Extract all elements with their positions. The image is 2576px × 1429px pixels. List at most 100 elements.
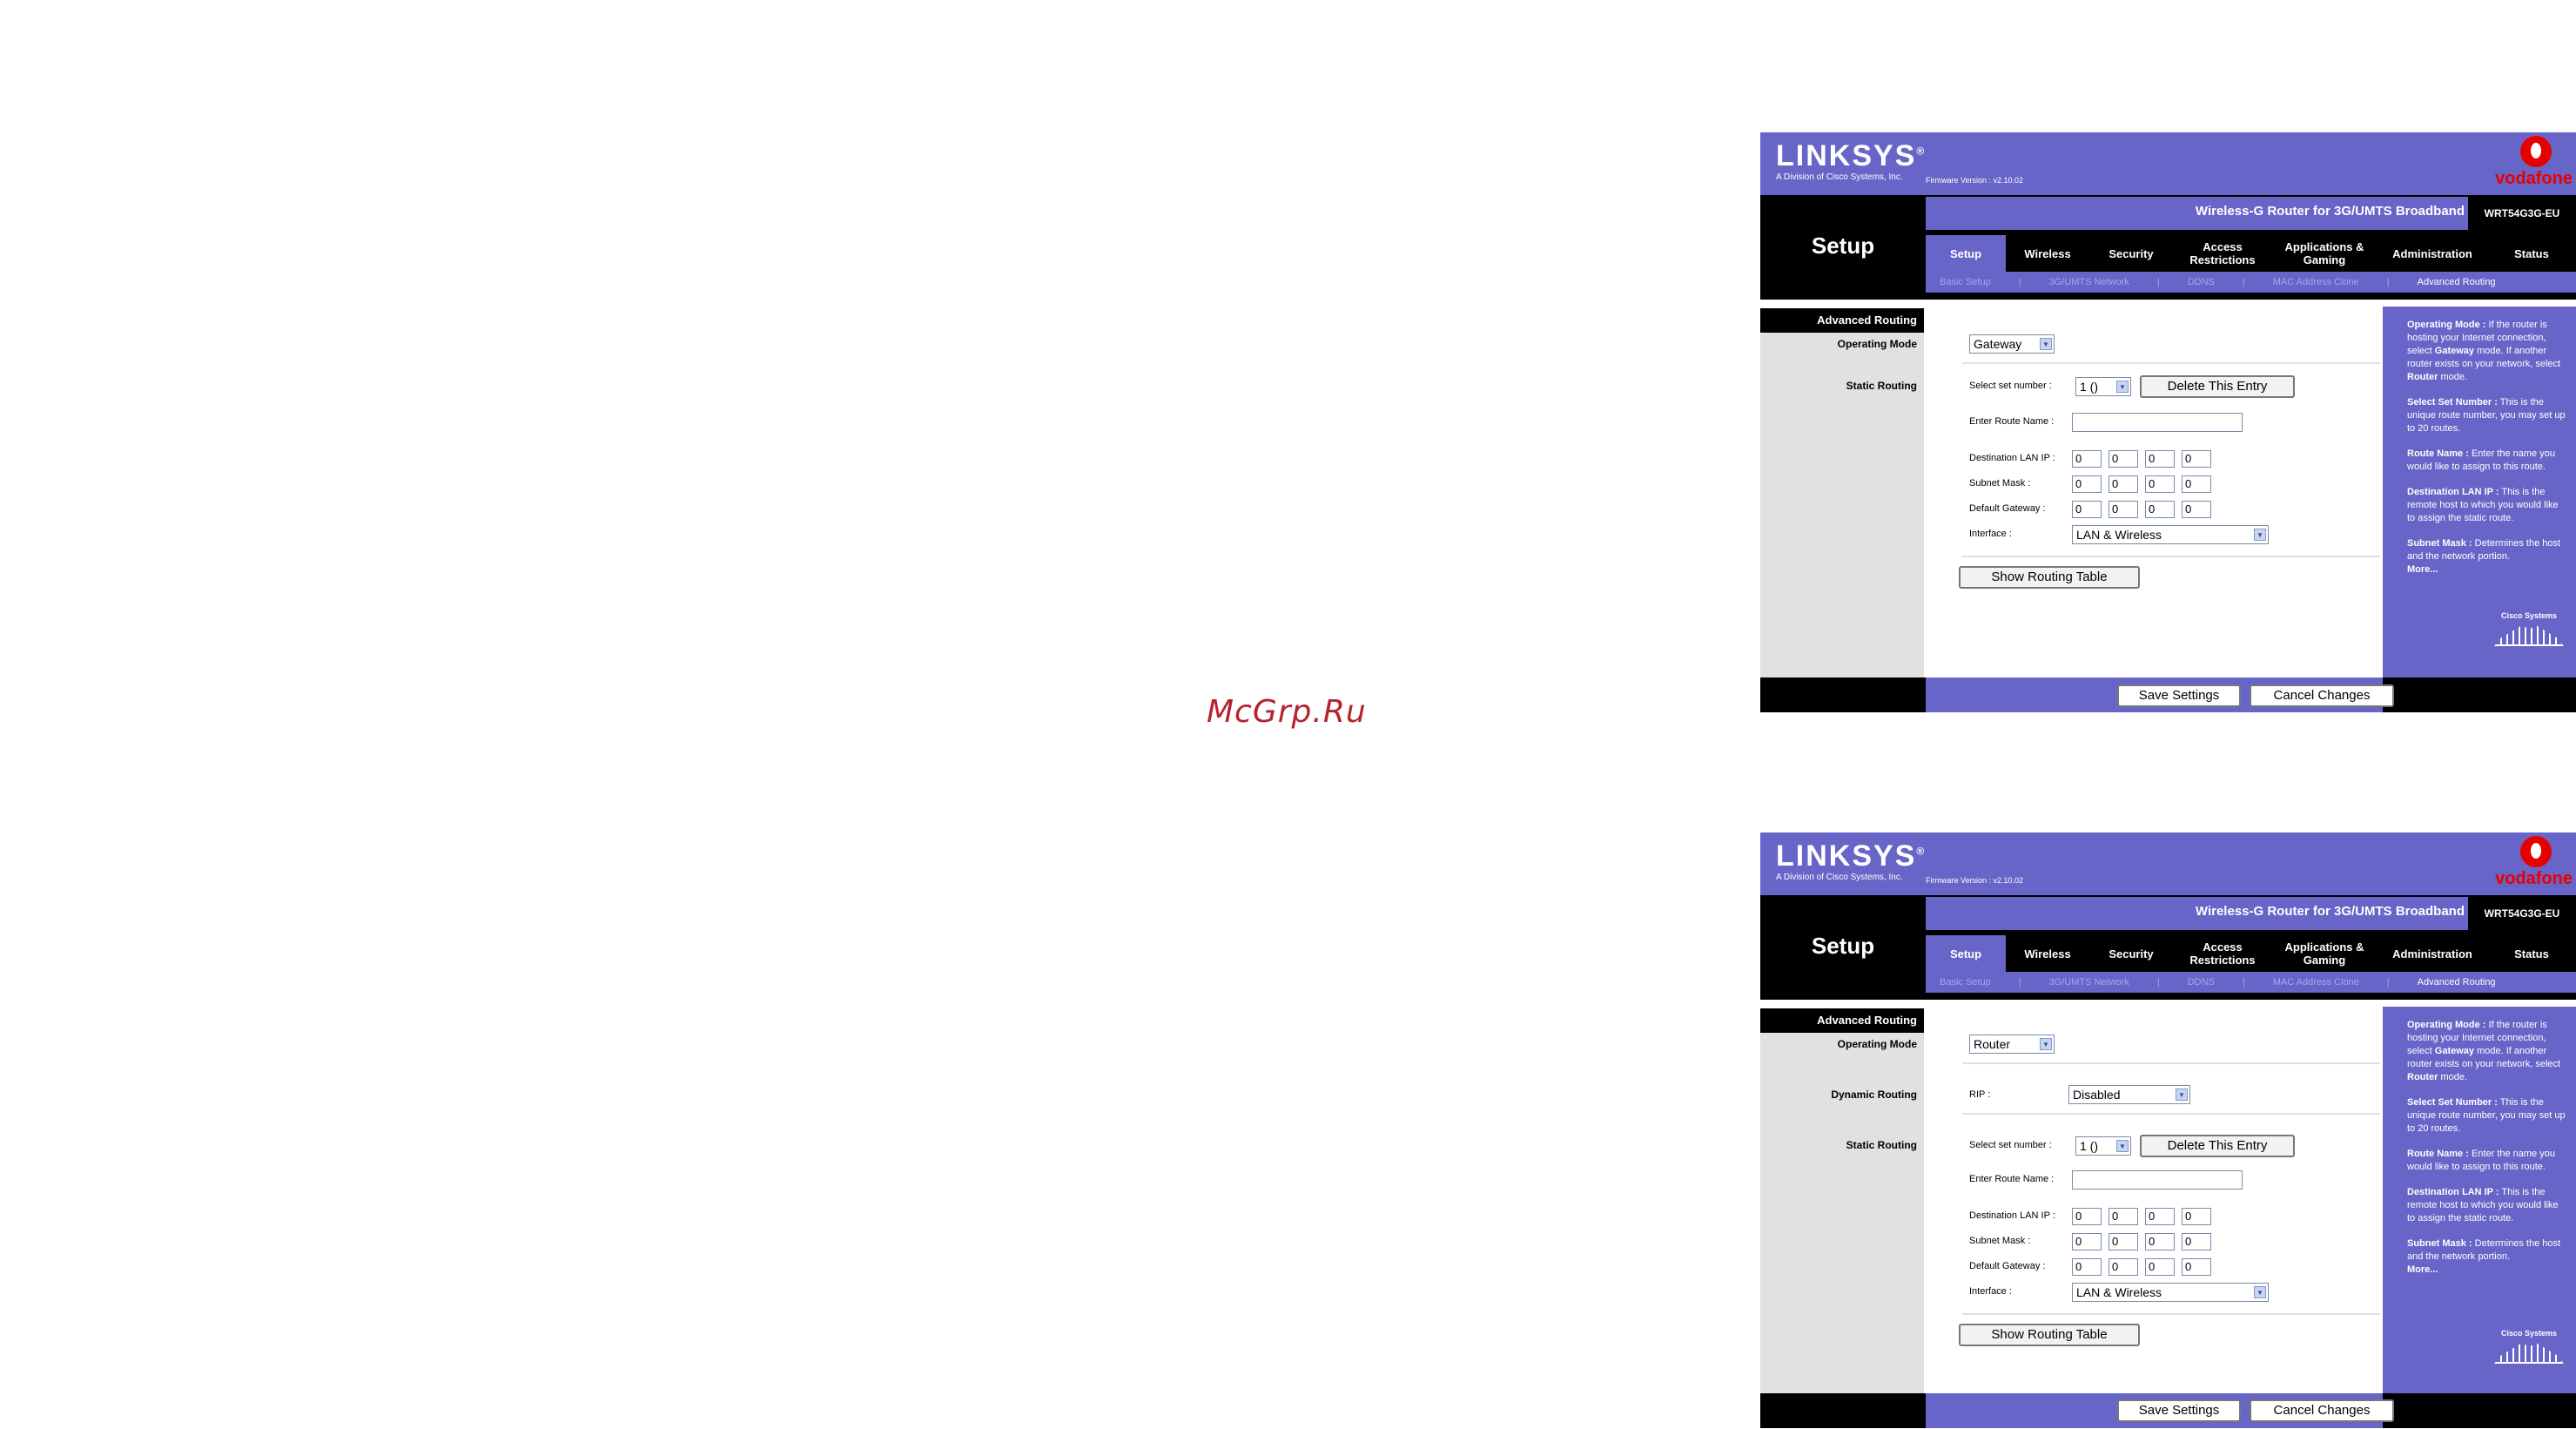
- firmware-version: Firmware Version : v2.10.02: [1926, 876, 2024, 885]
- linksys-logo: LINKSYS®: [1776, 139, 1927, 172]
- tab-wireless[interactable]: Wireless: [2006, 935, 2089, 972]
- vodafone-wordmark: vodafone: [2495, 169, 2573, 188]
- default-gateway-octet-2[interactable]: 0: [2109, 1258, 2138, 1276]
- vodafone-wordmark: vodafone: [2495, 869, 2573, 888]
- main-tabs: Setup Wireless Security Access Restricti…: [1926, 235, 2576, 272]
- default-gateway-octet-4[interactable]: 0: [2182, 1258, 2211, 1276]
- subtab-advanced-routing[interactable]: Advanced Routing: [2404, 277, 2510, 287]
- tab-applications-gaming[interactable]: Applications & Gaming: [2272, 935, 2377, 972]
- header-bar: LINKSYS® A Division of Cisco Systems, In…: [1760, 132, 2576, 195]
- destination-ip-octet-4[interactable]: 0: [2182, 450, 2211, 468]
- cancel-changes-button[interactable]: Cancel Changes: [2250, 684, 2394, 707]
- page-title: Advanced Routing: [1760, 308, 1924, 333]
- subtab-advanced-routing[interactable]: Advanced Routing: [2404, 977, 2510, 987]
- default-gateway-octet-3[interactable]: 0: [2145, 1258, 2175, 1276]
- subtab-separator: |: [2018, 277, 2021, 287]
- tab-administration[interactable]: Administration: [2377, 235, 2488, 272]
- operating-mode-select[interactable]: Gateway: [1969, 334, 2055, 354]
- delete-entry-button[interactable]: Delete This Entry: [2140, 1135, 2295, 1157]
- help-panel: Operating Mode : If the router is hostin…: [2383, 1007, 2576, 1393]
- tab-administration[interactable]: Administration: [2377, 935, 2488, 972]
- subnet-mask-label: Subnet Mask :: [1969, 478, 2031, 489]
- tab-access-restrictions[interactable]: Access Restrictions: [2173, 235, 2272, 272]
- header-bar: LINKSYS® A Division of Cisco Systems, In…: [1760, 832, 2576, 895]
- interface-select[interactable]: LAN & Wireless: [2072, 1283, 2269, 1302]
- subtab-ddns[interactable]: DDNS: [2174, 977, 2229, 987]
- default-gateway-octet-3[interactable]: 0: [2145, 501, 2175, 518]
- default-gateway-octet-1[interactable]: 0: [2072, 501, 2102, 518]
- subnet-mask-octet-2[interactable]: 0: [2109, 1233, 2138, 1250]
- page-title: Advanced Routing: [1760, 1008, 1924, 1033]
- subtab-mac-address-clone[interactable]: MAC Address Clone: [2259, 277, 2373, 287]
- destination-ip-octet-1[interactable]: 0: [2072, 450, 2102, 468]
- set-number-label: Select set number :: [1969, 381, 2052, 391]
- static-routing-label: Static Routing: [1846, 380, 1917, 392]
- model-number: WRT54G3G-EU: [2468, 897, 2576, 930]
- subtab-3g-umts-network[interactable]: 3G/UMTS Network: [2035, 277, 2143, 287]
- section-title: Setup: [1811, 232, 1875, 259]
- set-number-select[interactable]: 1 (): [2075, 1136, 2131, 1156]
- tab-status[interactable]: Status: [2488, 935, 2575, 972]
- show-routing-table-button[interactable]: Show Routing Table: [1959, 1324, 2140, 1346]
- destination-ip-octet-3[interactable]: 0: [2145, 450, 2175, 468]
- destination-ip-octet-4[interactable]: 0: [2182, 1208, 2211, 1225]
- dynamic-routing-label: Dynamic Routing: [1831, 1089, 1917, 1101]
- save-settings-button[interactable]: Save Settings: [2117, 1399, 2241, 1422]
- footer-actions: Save Settings Cancel Changes: [1926, 1393, 2394, 1428]
- tab-security[interactable]: Security: [2089, 935, 2173, 972]
- tab-setup[interactable]: Setup: [1926, 935, 2006, 972]
- subnet-mask-octet-4[interactable]: 0: [2182, 1233, 2211, 1250]
- subnet-mask-octet-1[interactable]: 0: [2072, 475, 2102, 493]
- tab-status[interactable]: Status: [2488, 235, 2575, 272]
- subtab-ddns[interactable]: DDNS: [2174, 277, 2229, 287]
- tab-setup[interactable]: Setup: [1926, 235, 2006, 272]
- subnet-mask-octet-3[interactable]: 0: [2145, 1233, 2175, 1250]
- subnet-mask-octet-3[interactable]: 0: [2145, 475, 2175, 493]
- watermark-text: McGrp.Ru: [1207, 694, 1367, 730]
- tab-applications-gaming[interactable]: Applications & Gaming: [2272, 235, 2377, 272]
- subtab-3g-umts-network[interactable]: 3G/UMTS Network: [2035, 977, 2143, 987]
- more-link[interactable]: More...: [2407, 564, 2438, 575]
- rip-select[interactable]: Disabled: [2068, 1085, 2190, 1104]
- subnet-mask-octet-4[interactable]: 0: [2182, 475, 2211, 493]
- destination-ip-octet-2[interactable]: 0: [2109, 450, 2138, 468]
- route-name-input[interactable]: [2072, 1170, 2243, 1190]
- vodafone-logo-icon: [2520, 136, 2552, 167]
- destination-ip-label: Destination LAN IP :: [1969, 1210, 2055, 1221]
- operating-mode-select[interactable]: Router: [1969, 1035, 2055, 1054]
- cancel-changes-button[interactable]: Cancel Changes: [2250, 1399, 2394, 1422]
- brand-subtitle: A Division of Cisco Systems, Inc.: [1776, 873, 1903, 882]
- save-settings-button[interactable]: Save Settings: [2117, 684, 2241, 707]
- tab-wireless[interactable]: Wireless: [2006, 235, 2089, 272]
- delete-entry-button[interactable]: Delete This Entry: [2140, 375, 2295, 398]
- route-name-input[interactable]: [2072, 413, 2243, 432]
- destination-ip-octet-2[interactable]: 0: [2109, 1208, 2138, 1225]
- tab-access-restrictions[interactable]: Access Restrictions: [2173, 935, 2272, 972]
- more-link[interactable]: More...: [2407, 1264, 2438, 1275]
- interface-select[interactable]: LAN & Wireless: [2072, 525, 2269, 544]
- footer-bar: Save Settings Cancel Changes: [1760, 1393, 2576, 1428]
- show-routing-table-button[interactable]: Show Routing Table: [1959, 566, 2140, 589]
- default-gateway-octet-4[interactable]: 0: [2182, 501, 2211, 518]
- subtab-mac-address-clone[interactable]: MAC Address Clone: [2259, 977, 2373, 987]
- destination-ip-octet-1[interactable]: 0: [2072, 1208, 2102, 1225]
- subtab-basic-setup[interactable]: Basic Setup: [1926, 977, 2005, 987]
- section-title: Setup: [1811, 932, 1875, 959]
- destination-ip-octet-3[interactable]: 0: [2145, 1208, 2175, 1225]
- interface-label: Interface :: [1969, 529, 2012, 539]
- operating-mode-label: Operating Mode: [1837, 1038, 1917, 1050]
- subtab-separator: |: [2156, 977, 2160, 987]
- default-gateway-octet-2[interactable]: 0: [2109, 501, 2138, 518]
- default-gateway-octet-1[interactable]: 0: [2072, 1258, 2102, 1276]
- set-number-select[interactable]: 1 (): [2075, 377, 2131, 396]
- sub-navigation: Basic Setup | 3G/UMTS Network | DDNS | M…: [1926, 972, 2576, 993]
- divider: [1962, 1313, 2380, 1315]
- tab-security[interactable]: Security: [2089, 235, 2173, 272]
- model-number: WRT54G3G-EU: [2468, 197, 2576, 230]
- product-name: Wireless-G Router for 3G/UMTS Broadband: [2195, 204, 2465, 219]
- static-routing-label: Static Routing: [1846, 1139, 1917, 1151]
- subnet-mask-octet-1[interactable]: 0: [2072, 1233, 2102, 1250]
- subnet-mask-octet-2[interactable]: 0: [2109, 475, 2138, 493]
- help-text: Operating Mode : If the router is hostin…: [2407, 1020, 2566, 1275]
- subtab-basic-setup[interactable]: Basic Setup: [1926, 277, 2005, 287]
